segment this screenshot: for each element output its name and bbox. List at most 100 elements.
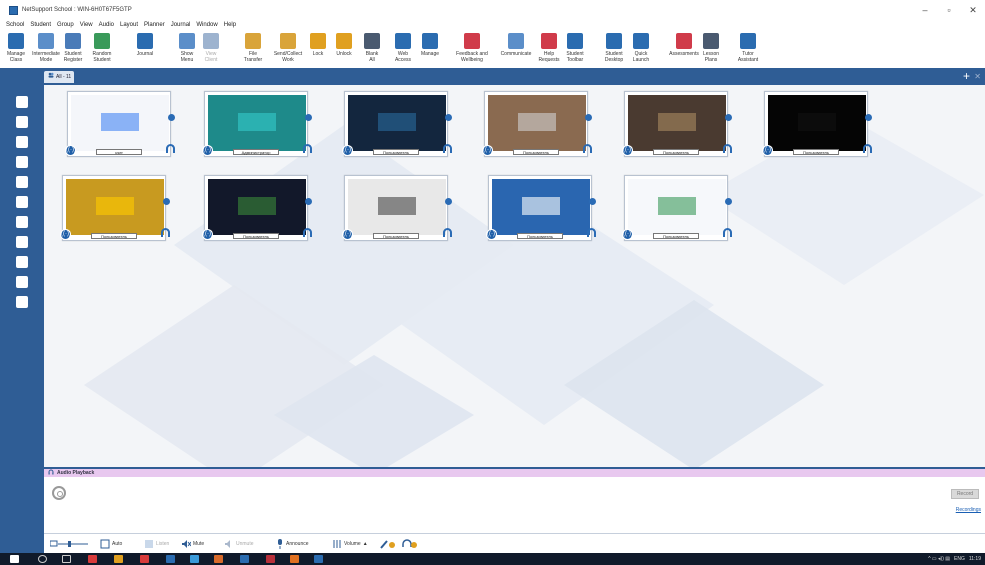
menu-student[interactable]: Student: [30, 20, 51, 30]
home-icon[interactable]: [13, 93, 31, 111]
assessments-button[interactable]: Assessments: [668, 31, 700, 68]
headphones-icon[interactable]: [723, 144, 732, 153]
store-icon[interactable]: [190, 555, 199, 563]
headset-audio-button[interactable]: [402, 538, 418, 550]
speaker-icon[interactable]: ((·)): [762, 145, 773, 156]
menu-help[interactable]: Help: [224, 20, 236, 30]
speaker-icon[interactable]: ((·)): [60, 229, 71, 240]
menu-layout[interactable]: Layout: [120, 20, 138, 30]
audio-level-slider[interactable]: [50, 538, 88, 550]
headphones-icon[interactable]: [303, 228, 312, 237]
taskbar-app-icon[interactable]: [88, 555, 97, 563]
record-button[interactable]: Record: [951, 489, 979, 499]
office-icon[interactable]: [214, 555, 223, 563]
unlock-button[interactable]: Unlock: [332, 31, 356, 68]
windows-start-icon[interactable]: [10, 555, 19, 563]
maximize-button[interactable]: ▫: [937, 0, 961, 20]
student-toolbar-button[interactable]: Student Toolbar: [562, 31, 588, 68]
pen-icon[interactable]: [445, 198, 452, 205]
pen-icon[interactable]: [725, 198, 732, 205]
volume-button[interactable]: Volume ▲: [332, 538, 368, 550]
search-icon[interactable]: [38, 555, 47, 563]
language-indicator[interactable]: ENG: [954, 556, 965, 562]
headphones-icon[interactable]: [723, 228, 732, 237]
headphones-icon[interactable]: [303, 144, 312, 153]
add-tab-button[interactable]: +: [963, 69, 970, 84]
student-desktop-button[interactable]: Student Desktop: [602, 31, 626, 68]
send-collect-button[interactable]: Send/Collect Work: [270, 31, 306, 68]
speaker-icon[interactable]: ((·)): [622, 145, 633, 156]
student-thumbnail[interactable]: Администратор ((·)): [202, 91, 312, 157]
yandex-icon[interactable]: [140, 555, 149, 563]
pen-icon[interactable]: [589, 198, 596, 205]
headphones-icon[interactable]: [587, 228, 596, 237]
file-transfer-button[interactable]: File Transfer: [240, 31, 266, 68]
speaker-icon[interactable]: ((·)): [486, 229, 497, 240]
headphones-icon[interactable]: [166, 144, 175, 153]
explorer-icon[interactable]: [166, 555, 175, 563]
netsupport-icon[interactable]: [314, 555, 323, 563]
pen-icon[interactable]: [305, 198, 312, 205]
communicate-button[interactable]: Communicate: [498, 31, 534, 68]
show-button[interactable]: Show Menu: [176, 31, 198, 68]
student-thumbnail[interactable]: Пользователь ((·)): [482, 91, 592, 157]
chrome-icon[interactable]: [114, 555, 123, 563]
student-thumbnail[interactable]: Пользователь ((·)): [486, 175, 596, 241]
auto-button[interactable]: Auto: [100, 538, 122, 550]
pen-icon[interactable]: [445, 114, 452, 121]
archive-icon[interactable]: [290, 555, 299, 563]
menu-window[interactable]: Window: [196, 20, 217, 30]
student-thumbnail[interactable]: user ((·)): [65, 91, 175, 157]
survey-icon[interactable]: [13, 293, 31, 311]
task-view-icon[interactable]: [62, 555, 71, 563]
menu-view[interactable]: View: [80, 20, 93, 30]
menu-journal[interactable]: Journal: [171, 20, 191, 30]
group-icon[interactable]: [13, 253, 31, 271]
pen-icon[interactable]: [163, 198, 170, 205]
menu-planner[interactable]: Planner: [144, 20, 165, 30]
web-access-button[interactable]: Web Access: [390, 31, 416, 68]
listen-button[interactable]: Listen: [144, 538, 169, 550]
unmute-button[interactable]: Unmute: [224, 538, 254, 550]
menu-audio[interactable]: Audio: [99, 20, 114, 30]
headphones-icon[interactable]: [443, 144, 452, 153]
menu-school[interactable]: School: [6, 20, 24, 30]
headphones-icon[interactable]: [161, 228, 170, 237]
lesson-plans-button[interactable]: Lesson Plans: [698, 31, 724, 68]
announce-button[interactable]: Announce: [276, 538, 309, 550]
blank-all-button[interactable]: Blank All: [360, 31, 384, 68]
feedback-button[interactable]: Feedback and Wellbeing: [452, 31, 492, 68]
minimize-button[interactable]: –: [913, 0, 937, 20]
help-requests-button[interactable]: Help Requests: [536, 31, 562, 68]
student-thumbnail[interactable]: Пользователь ((·)): [342, 175, 452, 241]
manage-button[interactable]: Manage: [416, 31, 444, 68]
pen-icon[interactable]: [585, 114, 592, 121]
menu-group[interactable]: Group: [57, 20, 74, 30]
speaker-icon[interactable]: ((·)): [202, 145, 213, 156]
pen-icon[interactable]: [725, 114, 732, 121]
headphones-icon[interactable]: [443, 228, 452, 237]
student-thumbnail[interactable]: Пользователь ((·)): [202, 175, 312, 241]
pen-icon[interactable]: [305, 114, 312, 121]
journal-button[interactable]: Journal: [130, 31, 160, 68]
app-icon[interactable]: [240, 555, 249, 563]
student-thumbnail[interactable]: Пользователь ((·)): [762, 91, 872, 157]
view-button[interactable]: View Client: [200, 31, 222, 68]
student-thumbnail[interactable]: Пользователь ((·)): [342, 91, 452, 157]
speaker-icon[interactable]: ((·)): [342, 229, 353, 240]
speaker-icon[interactable]: ((·)): [65, 145, 76, 156]
pen-icon[interactable]: [865, 114, 872, 121]
clock-icon[interactable]: [13, 213, 31, 231]
close-tab-button[interactable]: ✕: [974, 70, 981, 84]
student-register-button[interactable]: Student Register: [60, 31, 86, 68]
tray-icons[interactable]: ^ ▭ ◂)) ▤: [928, 556, 950, 562]
printer-icon[interactable]: [13, 233, 31, 251]
speaker-icon[interactable]: ((·)): [342, 145, 353, 156]
recordings-link[interactable]: Recordings: [956, 507, 981, 513]
tab-all[interactable]: All - 11: [44, 71, 74, 83]
student-thumbnail[interactable]: Пользователь ((·)): [622, 91, 732, 157]
close-button[interactable]: ✕: [961, 0, 985, 20]
intermediate-mode-button[interactable]: Intermediate Mode: [32, 31, 60, 68]
lock-button[interactable]: Lock: [308, 31, 328, 68]
mute-button[interactable]: Mute: [181, 538, 204, 550]
